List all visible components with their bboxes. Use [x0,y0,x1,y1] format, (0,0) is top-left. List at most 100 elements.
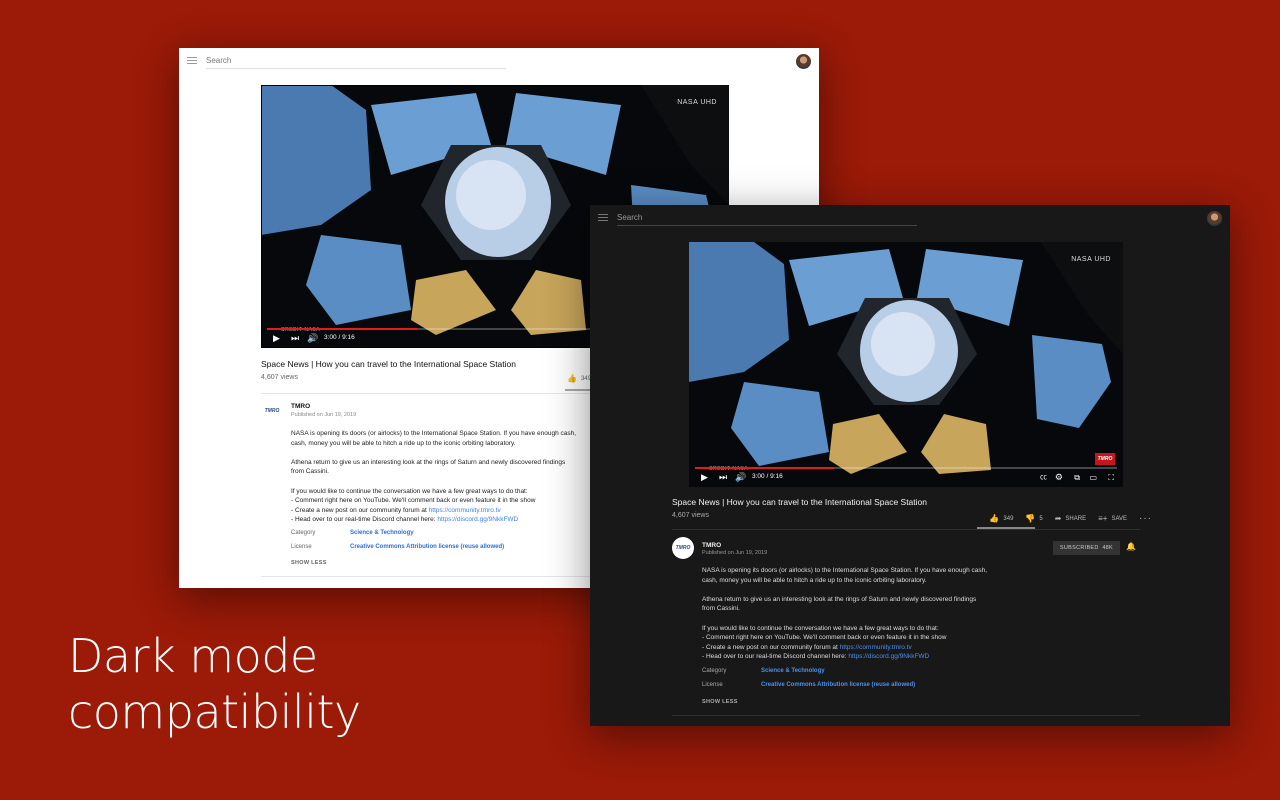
tagline-line-2: compatibility [68,685,361,739]
more-options-icon[interactable]: ··· [1139,513,1152,524]
save-label: SAVE [1111,515,1127,522]
play-icon[interactable]: ▶ [701,473,708,482]
discord-link[interactable]: https://discord.gg/9NkkFWD [437,516,518,523]
channel-logo[interactable]: TMRO [672,537,694,559]
settings-icon[interactable]: ⚙ [1055,473,1063,482]
play-icon[interactable]: ▶ [273,334,280,343]
publish-date: Published on Jun 19, 2019 [702,550,768,556]
search-input[interactable]: Search [206,53,506,69]
miniplayer-icon[interactable]: ⧉ [1074,473,1080,482]
thumbs-up-icon: 👍 [567,374,577,383]
dislike-button[interactable]: 👎 5 [1025,514,1042,523]
category-row: Category Science & Technology [291,530,414,536]
dark-mode-window: Search NASA UHD TMRO CREDIT NASA ▶ ⏭ 🔊 3… [590,205,1230,726]
cupola-frame [689,242,1123,487]
top-bar: Search [590,205,1230,231]
tagline: Dark mode compatibility [68,628,361,740]
like-count: 349 [1003,515,1014,522]
time-display: 3:00 / 9:16 [324,334,355,341]
share-label: SHARE [1065,515,1087,522]
category-label: Category [291,530,316,536]
time-display: 3:00 / 9:16 [752,473,783,480]
category-link[interactable]: Science & Technology [761,668,825,674]
desc-line: - Head over to our real-time Discord cha… [702,653,849,661]
save-button[interactable]: ≡+ SAVE [1098,514,1127,523]
channel-logo[interactable]: TMRO [261,400,283,422]
avatar[interactable] [1207,211,1222,226]
discord-link[interactable]: https://discord.gg/9NkkFWD [848,653,929,660]
desc-line: - Create a new post on our community for… [702,643,840,651]
volume-icon[interactable]: 🔊 [735,473,746,482]
channel-name[interactable]: TMRO [702,542,721,549]
playlist-add-icon: ≡+ [1098,514,1108,523]
progress-bar[interactable] [695,467,1117,469]
nasa-uhd-badge: NASA UHD [1071,256,1111,263]
desc-line: - Comment right here on YouTube. We'll c… [291,497,536,505]
like-button[interactable]: 👍 349 [989,514,1013,523]
menu-icon[interactable] [598,214,608,222]
community-link[interactable]: https://community.tmro.tv [429,507,501,514]
video-actions: 👍 349 👎 5 ➦ SHARE ≡+ SAVE ··· [989,513,1152,524]
desc-line: - Create a new post on our community for… [291,506,429,514]
video-actions: 👍 349 [567,374,591,383]
thumbs-up-icon: 👍 [989,514,1000,523]
desc-line: cash, money you will be able to hitch a … [291,439,516,447]
notification-bell-icon[interactable]: 🔔 [1126,542,1136,551]
desc-line: NASA is opening its doors (or airlocks) … [702,567,988,574]
category-label: Category [702,668,727,674]
subscribed-button[interactable]: SUBSCRIBED 48K [1052,541,1120,555]
community-link[interactable]: https://community.tmro.tv [840,644,912,651]
fullscreen-icon[interactable]: ⛶ [1108,473,1114,482]
view-count: 4,607 views [261,374,298,381]
subscribed-label: SUBSCRIBED [1059,545,1099,551]
volume-icon[interactable]: 🔊 [307,334,318,343]
show-less-button[interactable]: SHOW LESS [291,560,327,566]
theater-mode-icon[interactable]: ▭ [1089,473,1097,482]
nasa-uhd-badge: NASA UHD [677,99,717,106]
tagline-line-1: Dark mode [68,629,318,683]
next-icon[interactable]: ⏭ [719,473,727,482]
license-row: License Creative Commons Attribution lic… [702,682,915,688]
show-less-button[interactable]: SHOW LESS [702,699,738,705]
menu-icon[interactable] [187,57,197,65]
license-label: License [291,544,312,550]
tmro-watermark: TMRO [1095,453,1115,465]
desc-line: If you would like to continue the conver… [702,624,939,632]
category-link[interactable]: Science & Technology [350,530,414,536]
license-row: License Creative Commons Attribution lic… [291,544,504,550]
avatar[interactable] [796,54,811,69]
divider [672,715,1140,716]
channel-name[interactable]: TMRO [291,403,310,410]
divider [672,529,1140,530]
video-title: Space News | How you can travel to the I… [672,497,927,507]
desc-line: from Cassini. [702,605,740,613]
search-input[interactable]: Search [617,210,917,226]
category-row: Category Science & Technology [702,668,825,674]
share-button[interactable]: ➦ SHARE [1055,514,1086,523]
share-icon: ➦ [1054,514,1062,523]
video-title: Space News | How you can travel to the I… [261,359,516,369]
desc-line: from Cassini. [291,468,329,476]
next-icon[interactable]: ⏭ [291,334,299,343]
description: NASA is opening its doors (or airlocks) … [291,429,591,535]
thumbs-down-icon: 👎 [1025,514,1036,523]
captions-icon[interactable]: ㏄ [1040,473,1047,482]
license-label: License [702,682,723,688]
view-count: 4,607 views [672,512,709,519]
publish-date: Published on Jun 19, 2019 [291,412,357,418]
like-button[interactable]: 👍 349 [567,374,591,383]
desc-line: - Comment right here on YouTube. We'll c… [702,634,947,642]
desc-line: If you would like to continue the conver… [291,487,528,495]
player-controls: ▶ ⏭ 🔊 3:00 / 9:16 ㏄ ⚙ ⧉ ▭ ⛶ [689,467,1123,487]
dislike-count: 5 [1039,515,1043,522]
desc-line: cash, money you will be able to hitch a … [702,576,927,584]
desc-line: - Head over to our real-time Discord cha… [291,516,438,524]
subscriber-count: 48K [1102,545,1113,551]
license-link[interactable]: Creative Commons Attribution license (re… [761,682,915,688]
license-link[interactable]: Creative Commons Attribution license (re… [350,544,504,550]
desc-line: Athena return to give us an interesting … [702,595,977,603]
description: NASA is opening its doors (or airlocks) … [702,566,1002,672]
desc-line: Athena return to give us an interesting … [291,458,566,466]
video-player[interactable]: NASA UHD TMRO CREDIT NASA ▶ ⏭ 🔊 3:00 / 9… [689,242,1123,487]
desc-line: NASA is opening its doors (or airlocks) … [291,430,577,437]
